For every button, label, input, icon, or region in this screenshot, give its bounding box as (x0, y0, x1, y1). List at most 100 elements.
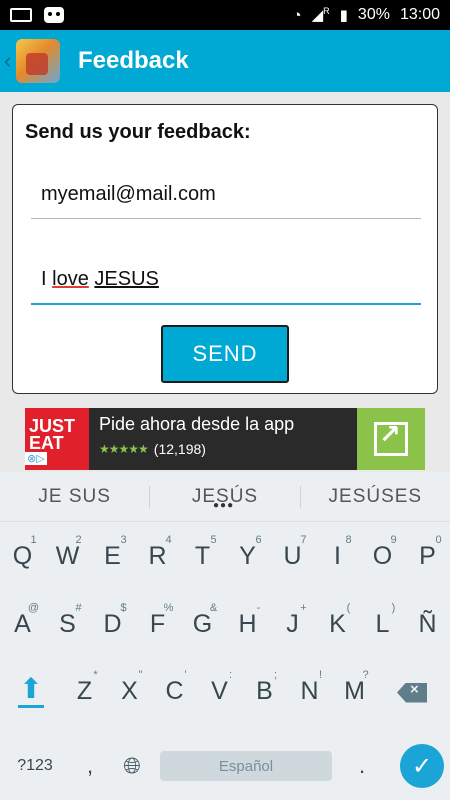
key-label: E (104, 542, 121, 570)
ad-logo-line: EAT (29, 433, 64, 453)
roaming-indicator: R (323, 6, 330, 16)
key-n-tilde[interactable]: Ñ (405, 610, 450, 639)
key-hint: ! (318, 669, 323, 681)
feedback-card: Send us your feedback: myemail@mail.com … (12, 104, 438, 394)
ad-rating-count: (12,198) (153, 441, 206, 457)
backspace-key[interactable]: × (377, 677, 447, 708)
key-label: Q (12, 542, 33, 570)
message-field[interactable]: I love JESUS (31, 263, 421, 305)
key-label: K (329, 610, 346, 638)
key-hint: 7 (300, 534, 307, 546)
key-v[interactable]: :V (197, 669, 242, 708)
key-label: B (256, 677, 273, 705)
ad-banner[interactable]: JUST EAT Pide ahora desde la app ★★★★★ (… (25, 408, 425, 470)
wifi-icon: ◔ (292, 6, 302, 24)
space-bar[interactable]: Español (160, 751, 332, 781)
key-l[interactable]: ) L (360, 602, 405, 639)
key-hint: " (138, 669, 143, 681)
comma-key[interactable]: , (70, 753, 110, 779)
soft-keyboard: JE SUS JESÚS JESÚSES 1Q 2W 3E 4R 5T 6Y 7… (0, 472, 450, 800)
shift-arrow-icon: ⬆ (19, 673, 43, 704)
key-label: X (121, 677, 138, 705)
message-misspelled-word: love (52, 268, 89, 290)
key-row-2: @ A # S $ D % F & G -H + J (K ) L Ñ (0, 602, 450, 639)
key-h[interactable]: -H (225, 602, 270, 639)
keyboard-icon (10, 8, 32, 22)
key-n[interactable]: ! N (287, 669, 332, 708)
key-hint: & (209, 602, 218, 614)
suggestion-strip: JE SUS JESÚS JESÚSES (0, 472, 450, 522)
key-label: O (372, 542, 393, 570)
key-k[interactable]: (K (315, 602, 360, 639)
key-hint: 9 (390, 534, 397, 546)
key-label: R (148, 542, 167, 570)
key-hint: ( (346, 602, 351, 614)
key-a[interactable]: @ A (0, 602, 45, 639)
key-s[interactable]: # S (45, 602, 90, 639)
key-o[interactable]: 9O (360, 534, 405, 571)
period-key[interactable]: . (338, 753, 386, 779)
key-b[interactable]: ; B (242, 669, 287, 708)
message-composing-word: JESUS (94, 268, 159, 290)
key-hint: 5 (210, 534, 217, 546)
key-label: S (59, 610, 76, 638)
key-t[interactable]: 5T (180, 534, 225, 571)
key-q[interactable]: 1Q (0, 534, 45, 571)
ad-open-button[interactable] (357, 408, 425, 470)
message-text-part: I (41, 268, 53, 290)
key-label: D (103, 610, 122, 638)
key-label: C (165, 677, 184, 705)
back-chevron-icon[interactable]: ‹ (4, 48, 14, 74)
suggestion-1[interactable]: JE SUS (0, 486, 149, 508)
key-hint: 4 (165, 534, 172, 546)
key-j[interactable]: + J (270, 602, 315, 639)
more-suggestions-icon[interactable]: ●●● (213, 500, 234, 511)
send-button[interactable]: SEND (161, 325, 289, 383)
key-f[interactable]: % F (135, 602, 180, 639)
feedback-heading: Send us your feedback: (25, 121, 251, 143)
ad-headline: Pide ahora desde la app (99, 414, 295, 434)
app-logo-icon[interactable] (16, 39, 60, 83)
battery-percent: 30% (357, 6, 390, 23)
key-label: P (419, 542, 436, 570)
enter-checkmark-icon[interactable]: ✓ (400, 744, 444, 788)
key-label: W (55, 542, 80, 570)
cat-app-icon (44, 7, 64, 23)
clock: 13:00 (399, 6, 440, 23)
caps-lock-indicator (18, 705, 44, 708)
key-hint: 0 (435, 534, 442, 546)
key-m[interactable]: ? M (332, 669, 377, 708)
key-r[interactable]: 4R (135, 534, 180, 571)
key-c[interactable]: ' C (152, 669, 197, 708)
key-row-4: ?123 , 🌐︎ Español . ✓ (0, 744, 450, 788)
key-label: L (375, 610, 390, 638)
key-e[interactable]: 3E (90, 534, 135, 571)
key-hint: @ (27, 602, 40, 614)
symbols-mode-key[interactable]: ?123 (0, 757, 70, 775)
key-x[interactable]: " X (107, 669, 152, 708)
key-u[interactable]: 7U (270, 534, 315, 571)
key-p[interactable]: 0P (405, 534, 450, 571)
key-g[interactable]: & G (180, 602, 225, 639)
key-label: T (194, 542, 211, 570)
key-hint: + (300, 602, 307, 614)
key-hint: 6 (255, 534, 262, 546)
key-hint: ; (273, 669, 278, 681)
key-hint: 2 (75, 534, 82, 546)
key-i[interactable]: 8I (315, 534, 360, 571)
key-hint: 1 (30, 534, 37, 546)
ad-choices-icon[interactable]: ⊗▷ (25, 452, 47, 465)
key-w[interactable]: 2W (45, 534, 90, 571)
shift-key[interactable]: ⬆ (0, 673, 62, 708)
suggestion-3[interactable]: JESÚSES (299, 485, 450, 508)
key-d[interactable]: $ D (90, 602, 135, 639)
email-field[interactable]: myemail@mail.com (31, 179, 421, 219)
key-label: N (300, 677, 319, 705)
key-hint: % (163, 602, 174, 614)
key-hint: * (93, 669, 98, 681)
key-hint: ? (362, 669, 369, 681)
key-hint: $ (120, 602, 127, 614)
globe-icon[interactable]: 🌐︎ (110, 753, 154, 779)
key-y[interactable]: 6Y (225, 534, 270, 571)
key-z[interactable]: * Z (62, 669, 107, 708)
